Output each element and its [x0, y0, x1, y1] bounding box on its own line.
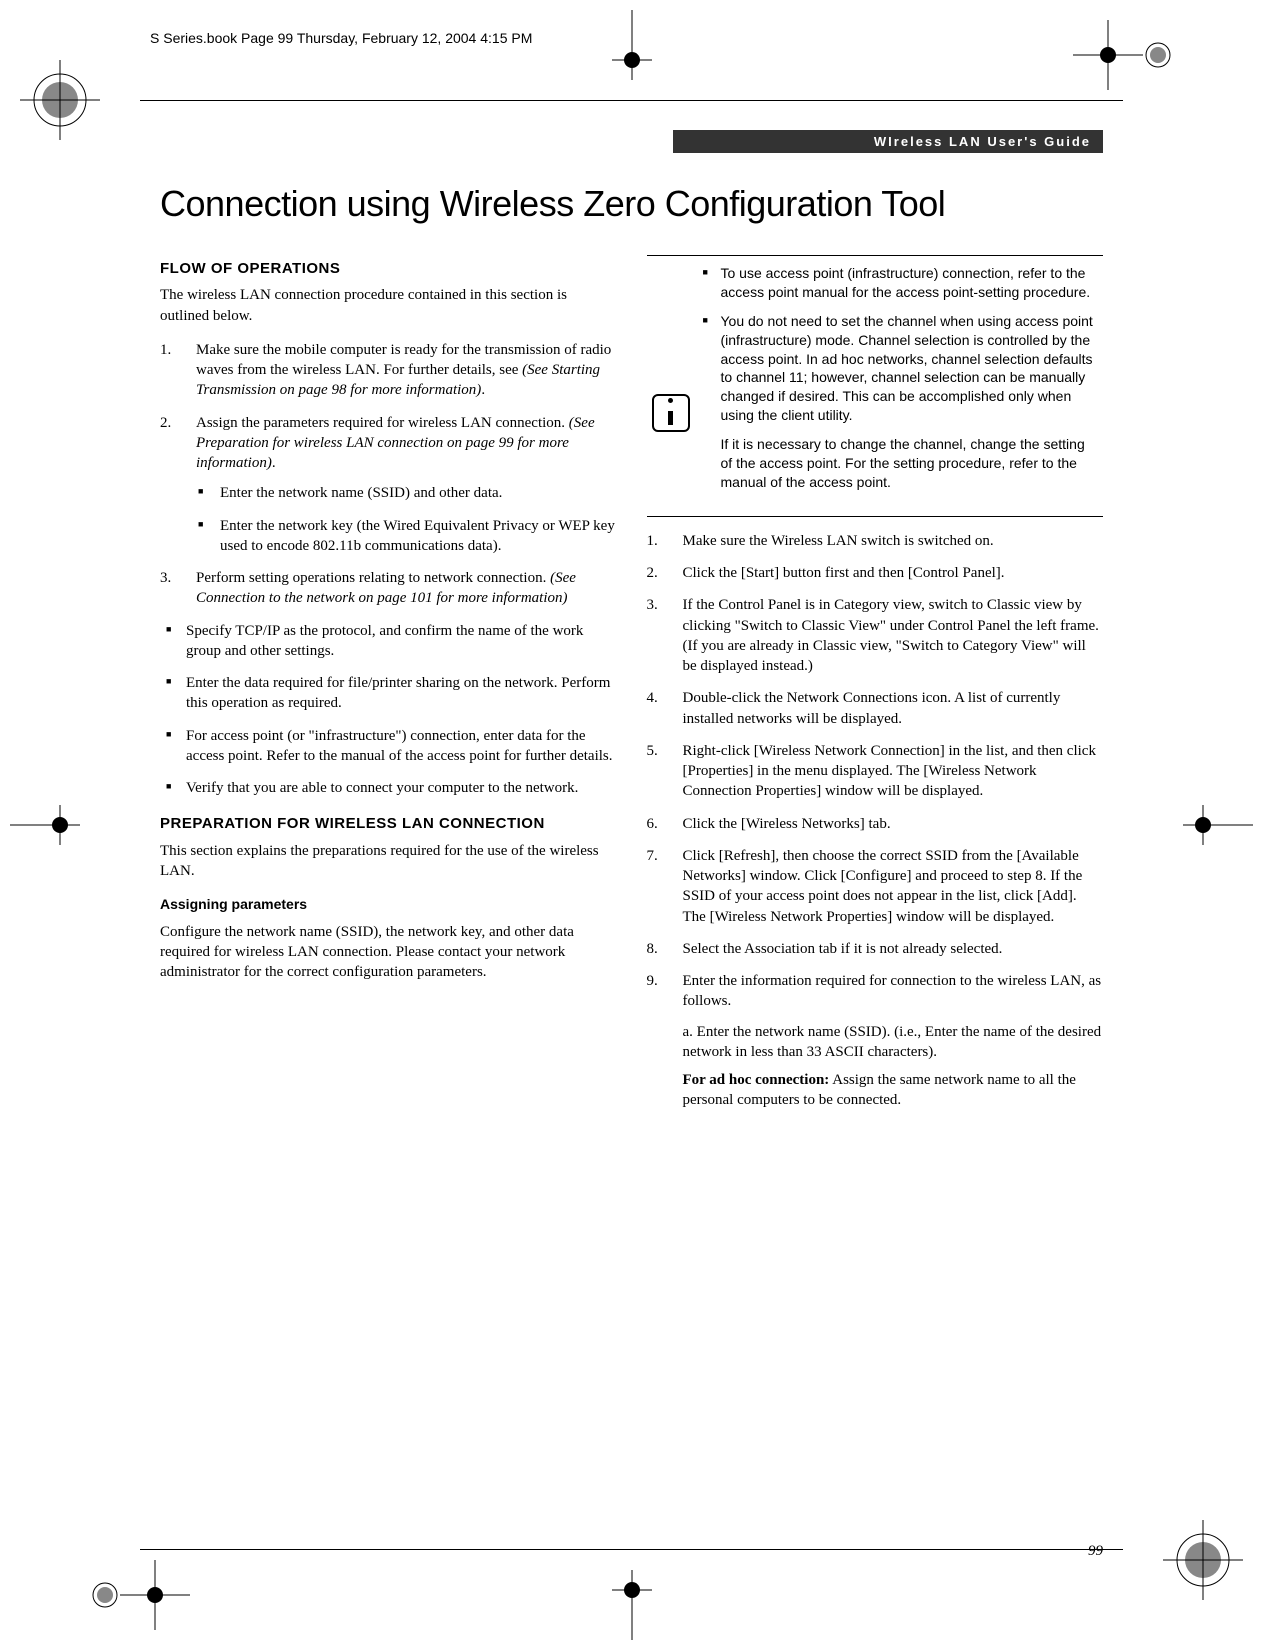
procedure-step: Click the [Start] button first and then … — [647, 563, 1104, 583]
body-text: Perform setting operations relating to n… — [196, 570, 550, 586]
body-text: You do not need to set the channel when … — [721, 313, 1093, 423]
body-text: If it is necessary to change the channel… — [721, 435, 1100, 492]
body-text: For ad hoc connection: Assign the same n… — [683, 1072, 1076, 1108]
sub-item: Enter the network name (SSID) and other … — [196, 483, 617, 503]
right-column: To use access point (infrastructure) con… — [647, 255, 1104, 1123]
bold-text: For ad hoc connection: — [683, 1072, 830, 1088]
bullet-item: Verify that you are able to connect your… — [160, 778, 617, 798]
sub-item: Enter the network key (the Wired Equival… — [196, 516, 617, 557]
procedure-step: Click [Refresh], then choose the correct… — [647, 846, 1104, 927]
bullet-item: Specify TCP/IP as the protocol, and conf… — [160, 621, 617, 662]
callout-item: To use access point (infrastructure) con… — [703, 264, 1100, 302]
procedure-step: Click the [Wireless Networks] tab. — [647, 814, 1104, 834]
flow-step-3: Perform setting operations relating to n… — [160, 568, 617, 609]
procedure-step: Double-click the Network Connections ico… — [647, 688, 1104, 729]
crop-mark-icon — [1163, 1520, 1243, 1600]
crop-mark-icon — [20, 60, 100, 140]
assigning-parameters-body: Configure the network name (SSID), the n… — [160, 922, 617, 983]
info-callout: To use access point (infrastructure) con… — [647, 255, 1104, 517]
crop-mark-icon — [612, 1570, 652, 1640]
top-rule — [140, 100, 1123, 101]
callout-item: You do not need to set the channel when … — [703, 312, 1100, 492]
left-column: FLOW OF OPERATIONS The wireless LAN conn… — [160, 255, 617, 1123]
procedure-steps: Make sure the Wireless LAN switch is swi… — [647, 531, 1104, 1111]
content-area: WIreless LAN User's Guide Connection usi… — [160, 130, 1103, 1520]
prep-intro: This section explains the preparations r… — [160, 841, 617, 882]
procedure-step: Select the Association tab if it is not … — [647, 939, 1104, 959]
body-text: . — [481, 382, 485, 398]
body-text: a. Enter the network name (SSID). (i.e.,… — [683, 1022, 1104, 1063]
bottom-rule — [140, 1549, 1123, 1550]
procedure-step: Right-click [Wireless Network Connection… — [647, 741, 1104, 802]
crop-mark-icon — [90, 1555, 190, 1635]
flow-step-2: Assign the parameters required for wirel… — [160, 413, 617, 557]
crop-mark-icon — [1073, 15, 1173, 95]
crop-mark-icon — [612, 10, 652, 80]
flow-heading: FLOW OF OPERATIONS — [160, 259, 617, 279]
body-text: Assign the parameters required for wirel… — [196, 415, 569, 431]
page: S Series.book Page 99 Thursday, February… — [0, 0, 1263, 1650]
procedure-step: Enter the information required for conne… — [647, 971, 1104, 1111]
guide-header-bar: WIreless LAN User's Guide — [673, 130, 1103, 153]
flow-step-1: Make sure the mobile computer is ready f… — [160, 340, 617, 401]
body-text: . — [272, 455, 276, 471]
prep-heading: PREPARATION FOR WIRELESS LAN CONNECTION — [160, 814, 617, 834]
procedure-step: Make sure the Wireless LAN switch is swi… — [647, 531, 1104, 551]
bullet-item: Enter the data required for file/printer… — [160, 673, 617, 714]
flow-step-2-sublist: Enter the network name (SSID) and other … — [196, 483, 617, 556]
crop-mark-icon — [1183, 805, 1253, 845]
running-header: S Series.book Page 99 Thursday, February… — [150, 30, 532, 46]
crop-mark-icon — [10, 805, 80, 845]
page-title: Connection using Wireless Zero Configura… — [160, 183, 1103, 225]
body-text: Enter the information required for conne… — [683, 973, 1102, 1009]
assigning-parameters-heading: Assigning parameters — [160, 895, 617, 914]
flow-steps: Make sure the mobile computer is ready f… — [160, 340, 617, 609]
info-icon — [651, 264, 691, 502]
page-number: 99 — [1088, 1543, 1103, 1560]
procedure-step: If the Control Panel is in Category view… — [647, 595, 1104, 676]
bullet-item: For access point (or "infrastructure") c… — [160, 726, 617, 767]
flow-intro: The wireless LAN connection procedure co… — [160, 285, 617, 326]
sub-step-a: a. Enter the network name (SSID). (i.e.,… — [683, 1022, 1104, 1111]
flow-bullets: Specify TCP/IP as the protocol, and conf… — [160, 621, 617, 799]
callout-list: To use access point (infrastructure) con… — [703, 264, 1100, 492]
two-column-layout: FLOW OF OPERATIONS The wireless LAN conn… — [160, 255, 1103, 1123]
callout-body: To use access point (infrastructure) con… — [703, 264, 1100, 502]
